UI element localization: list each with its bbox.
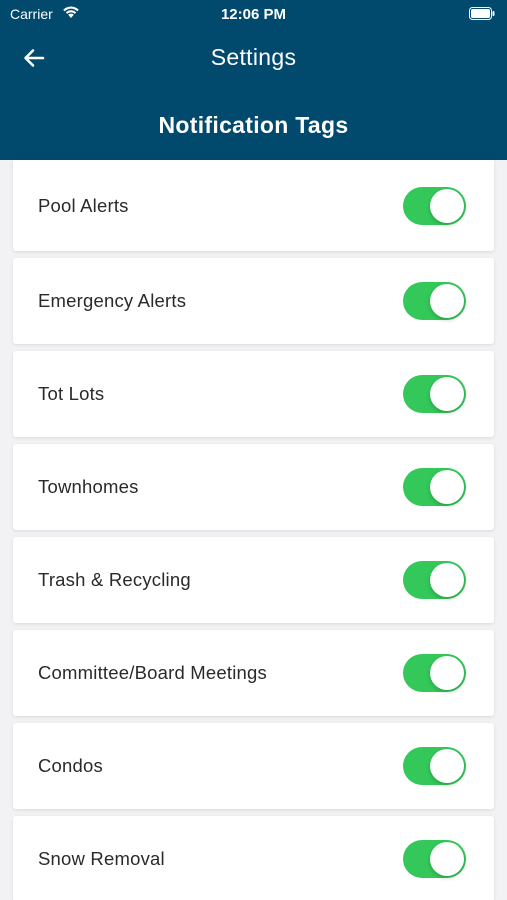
list-item: Snow Removal — [13, 816, 494, 900]
tag-label: Tot Lots — [38, 383, 105, 404]
toggle-knob — [430, 842, 464, 876]
list-item: Townhomes — [13, 444, 494, 530]
status-time: 12:06 PM — [220, 6, 287, 23]
section-title: Notification Tags — [158, 112, 349, 138]
tag-toggle[interactable] — [403, 561, 466, 599]
list-item: Pool Alerts — [13, 160, 494, 251]
tag-label: Emergency Alerts — [38, 290, 187, 311]
tag-toggle[interactable] — [403, 375, 466, 413]
list-item: Trash & Recycling — [13, 537, 494, 623]
toggle-knob — [430, 563, 464, 597]
app-header: Carrier 12:06 PM Settings Notification T… — [0, 0, 507, 160]
tag-label: Condos — [38, 755, 103, 776]
tag-label: Townhomes — [38, 476, 139, 497]
list-item: Emergency Alerts — [13, 258, 494, 344]
status-bar: Carrier 12:06 PM — [0, 0, 507, 28]
battery-icon — [469, 7, 495, 20]
tag-label: Snow Removal — [38, 848, 165, 869]
toggle-knob — [430, 188, 464, 223]
notification-tags-list: Pool Alerts Emergency Alerts Tot Lots To… — [13, 160, 494, 900]
list-item: Committee/Board Meetings — [13, 630, 494, 716]
tag-toggle[interactable] — [403, 840, 466, 878]
tag-toggle[interactable] — [403, 468, 466, 506]
toggle-knob — [430, 377, 464, 411]
toggle-knob — [430, 749, 464, 783]
tag-label: Pool Alerts — [38, 194, 129, 216]
list-item: Tot Lots — [13, 351, 494, 437]
tag-toggle[interactable] — [403, 186, 466, 225]
toggle-knob — [430, 656, 464, 690]
toggle-knob — [430, 470, 464, 504]
list-item: Condos — [13, 723, 494, 809]
tag-label: Trash & Recycling — [38, 569, 191, 590]
tag-toggle[interactable] — [403, 747, 466, 785]
tag-toggle[interactable] — [403, 282, 466, 320]
tag-toggle[interactable] — [403, 654, 466, 692]
tag-label: Committee/Board Meetings — [38, 662, 267, 683]
page-title: Settings — [210, 44, 297, 70]
toggle-knob — [430, 284, 464, 318]
